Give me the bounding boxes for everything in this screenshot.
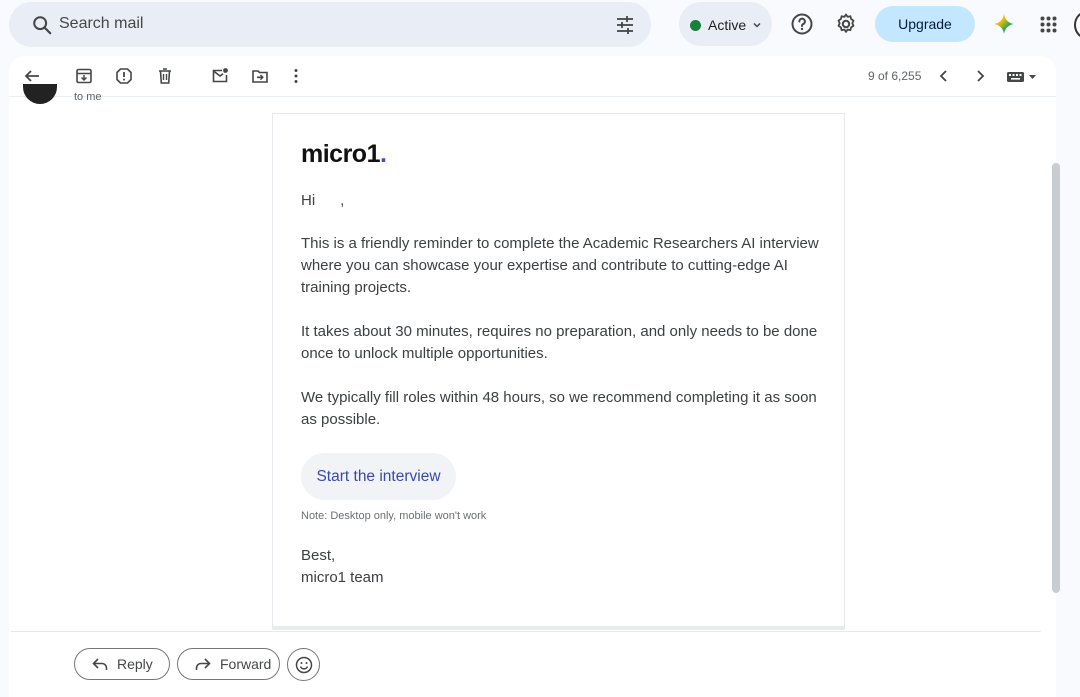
start-interview-label: Start the interview: [316, 467, 441, 485]
logo-dot: .: [379, 140, 387, 168]
input-tools-icon[interactable]: [1006, 70, 1038, 84]
delete-icon[interactable]: [156, 67, 174, 85]
status-selector[interactable]: Active: [679, 2, 772, 46]
reply-label: Reply: [117, 656, 153, 672]
message-toolbar: 9 of 6,255: [9, 56, 1056, 97]
move-to-icon[interactable]: [251, 67, 269, 85]
email-body: micro1. Hi , This is a friendly reminder…: [272, 113, 845, 630]
newer-chevron-icon[interactable]: [935, 67, 953, 85]
older-chevron-icon[interactable]: [971, 67, 989, 85]
divider: [11, 631, 1041, 632]
upgrade-button[interactable]: Upgrade: [875, 6, 975, 42]
micro1-logo: micro1.: [301, 140, 387, 169]
body-paragraph: We typically fill roles within 48 hours,…: [301, 389, 817, 428]
forward-button[interactable]: Forward: [177, 648, 280, 680]
recipient-summary[interactable]: to me: [74, 91, 102, 103]
gemini-icon[interactable]: [992, 12, 1016, 36]
back-arrow-icon[interactable]: [23, 67, 41, 85]
settings-icon[interactable]: [834, 12, 858, 36]
chevron-down-icon: [753, 22, 761, 28]
greeting: Hi ,: [301, 192, 345, 209]
more-options-icon[interactable]: [287, 67, 305, 85]
sender-avatar[interactable]: [23, 84, 57, 104]
search-input[interactable]: Search mail: [59, 15, 143, 33]
signoff: Best, micro1 team: [301, 545, 384, 589]
upgrade-label: Upgrade: [898, 16, 952, 32]
report-spam-icon[interactable]: [115, 67, 133, 85]
status-label: Active: [708, 17, 747, 33]
archive-icon[interactable]: [75, 67, 93, 85]
forward-icon: [195, 658, 211, 670]
help-icon[interactable]: [790, 12, 814, 36]
account-avatar[interactable]: [1074, 10, 1080, 40]
body-paragraph: It takes about 30 minutes, requires no p…: [301, 323, 818, 362]
logo-text: micro1: [301, 140, 380, 168]
signoff-line: micro1 team: [301, 569, 384, 586]
forward-label: Forward: [220, 656, 272, 672]
apps-grid-icon[interactable]: [1040, 16, 1057, 33]
reply-icon: [92, 658, 108, 670]
search-options-icon[interactable]: [615, 15, 635, 35]
signoff-line: Best,: [301, 547, 336, 564]
smiley-icon: [295, 656, 312, 673]
start-interview-button[interactable]: Start the interview: [301, 453, 456, 500]
message-pager: 9 of 6,255: [868, 69, 922, 83]
status-dot: [690, 20, 701, 31]
search-bar[interactable]: Search mail: [9, 2, 651, 47]
search-icon[interactable]: [31, 14, 53, 36]
body-paragraph: This is a friendly reminder to complete …: [301, 235, 819, 296]
mark-unread-icon[interactable]: [211, 67, 229, 85]
emoji-reaction-button[interactable]: [287, 648, 320, 681]
desktop-note: Note: Desktop only, mobile won't work: [301, 510, 487, 522]
reply-button[interactable]: Reply: [74, 648, 170, 680]
scrollbar[interactable]: [1052, 163, 1060, 593]
message-pane: 9 of 6,255 to me micro1. Hi , This is a …: [9, 56, 1056, 697]
